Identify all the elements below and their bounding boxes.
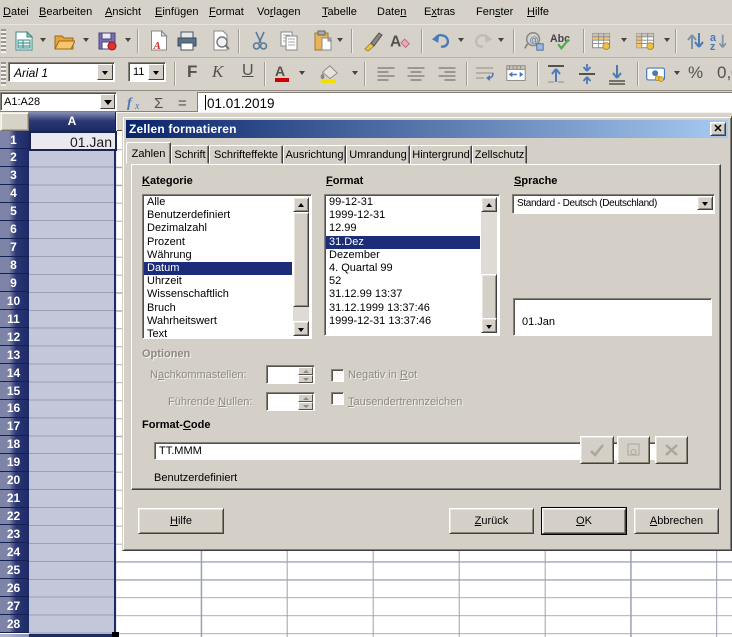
svg-text:f: f: [127, 96, 133, 111]
svg-text:A: A: [153, 40, 161, 52]
svg-text:z: z: [710, 41, 716, 52]
svg-text:Σ: Σ: [154, 95, 163, 111]
svg-text:=: =: [178, 95, 187, 111]
svg-text:A: A: [275, 63, 285, 79]
svg-text:A: A: [390, 34, 401, 51]
svg-text:x: x: [134, 101, 140, 111]
